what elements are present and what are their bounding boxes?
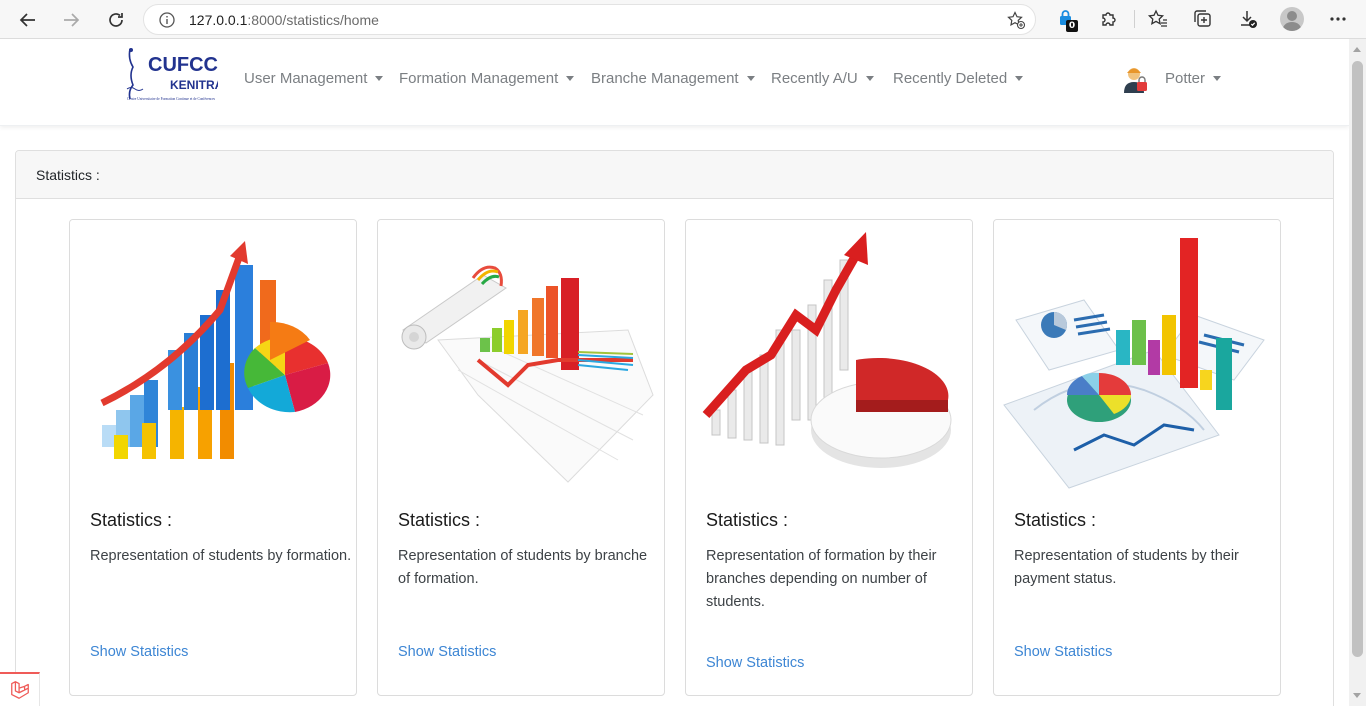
site-info-icon[interactable] — [158, 11, 176, 29]
show-statistics-link[interactable]: Show Statistics — [90, 644, 188, 660]
caret-down-icon — [375, 76, 384, 81]
user-menu[interactable]: Potter — [1165, 70, 1222, 87]
forward-button[interactable] — [57, 6, 85, 34]
back-button[interactable] — [14, 6, 42, 34]
site-navbar: CUFCC KENITRA Centre Universitaire de Fo… — [0, 39, 1349, 126]
caret-down-icon — [1015, 76, 1024, 81]
arrow-left-icon — [19, 13, 35, 27]
logo-text: CUFCC — [148, 54, 218, 76]
pie-group — [1066, 372, 1131, 422]
downloads-icon[interactable] — [1237, 8, 1259, 30]
user-avatar-icon[interactable] — [1120, 64, 1150, 94]
statistics-card-formation: Statistics : Representation of students … — [69, 219, 357, 696]
caret-down-icon — [746, 76, 755, 81]
reload-icon — [109, 13, 123, 27]
logo-graphic: CUFCC KENITRA Centre Universitaire de Fo… — [126, 48, 224, 101]
menu-recently-deleted[interactable]: Recently Deleted — [893, 70, 1024, 87]
address-bar[interactable]: 127.0.0.1:8000/statistics/home — [143, 4, 1036, 35]
extension-badge: 0 — [1066, 20, 1078, 32]
card-description: Representation of formation by their bra… — [706, 548, 937, 610]
url-text[interactable]: 127.0.0.1:8000/statistics/home — [189, 12, 379, 28]
card-title: Statistics : — [1014, 510, 1097, 530]
logo-subtext: KENITRA — [170, 78, 218, 92]
card-description: Representation of students by formation. — [90, 548, 352, 564]
menu-recently-au[interactable]: Recently A/U — [771, 70, 874, 87]
scroll-up-icon[interactable] — [1353, 47, 1361, 52]
report-documents-chart-illustration — [994, 220, 1280, 490]
extensions-puzzle-icon[interactable] — [1098, 8, 1120, 30]
page-scrollbar[interactable] — [1349, 39, 1366, 706]
show-statistics-link[interactable]: Show Statistics — [706, 655, 804, 671]
toolbar-divider — [1134, 10, 1135, 28]
more-menu-icon[interactable] — [1327, 8, 1349, 30]
browser-toolbar: 127.0.0.1:8000/statistics/home 0 — [0, 0, 1366, 39]
scrollbar-thumb[interactable] — [1352, 61, 1363, 657]
logo-caption: Centre Universitaire de Formation Contin… — [127, 96, 215, 101]
show-statistics-link[interactable]: Show Statistics — [398, 644, 496, 660]
caret-down-icon — [1213, 76, 1222, 81]
arrow-right-icon — [64, 13, 80, 27]
pie-group — [244, 321, 331, 413]
menu-user-management[interactable]: User Management — [244, 70, 384, 87]
card-title: Statistics : — [706, 510, 789, 530]
statistics-card-payment: Statistics : Representation of students … — [993, 219, 1281, 696]
card-description: Representation of students by their paym… — [1014, 548, 1239, 587]
scroll-down-icon[interactable] — [1353, 693, 1361, 698]
add-favorite-icon[interactable] — [1006, 10, 1026, 30]
caret-down-icon — [566, 76, 575, 81]
bar-pie-chart-illustration — [70, 220, 356, 490]
statistics-card-branche: Statistics : Representation of students … — [377, 219, 665, 696]
statistics-header: Statistics : — [16, 151, 1333, 199]
card-title: Statistics : — [398, 510, 481, 530]
rolled-report-chart-illustration — [378, 220, 664, 490]
red-bars-pie-illustration — [686, 220, 972, 490]
debugbar-tab[interactable] — [0, 672, 40, 706]
laravel-logo-icon — [10, 681, 29, 699]
caret-down-icon — [865, 76, 874, 81]
paper-roll — [401, 265, 507, 350]
collections-icon[interactable] — [1192, 8, 1214, 30]
menu-branche-management[interactable]: Branche Management — [591, 70, 755, 87]
cufcc-logo[interactable]: CUFCC KENITRA Centre Universitaire de Fo… — [124, 45, 224, 107]
show-statistics-link[interactable]: Show Statistics — [1014, 644, 1112, 660]
favorites-icon[interactable] — [1147, 8, 1169, 30]
reload-button[interactable] — [102, 6, 130, 34]
card-description: Representation of students by branche of… — [398, 548, 648, 587]
menu-formation-management[interactable]: Formation Management — [399, 70, 575, 87]
page-viewport: CUFCC KENITRA Centre Universitaire de Fo… — [0, 39, 1349, 706]
profile-avatar-icon[interactable] — [1280, 7, 1304, 31]
card-title: Statistics : — [90, 510, 173, 530]
statistics-card-formation-branches: Statistics : Representation of formation… — [685, 219, 973, 696]
